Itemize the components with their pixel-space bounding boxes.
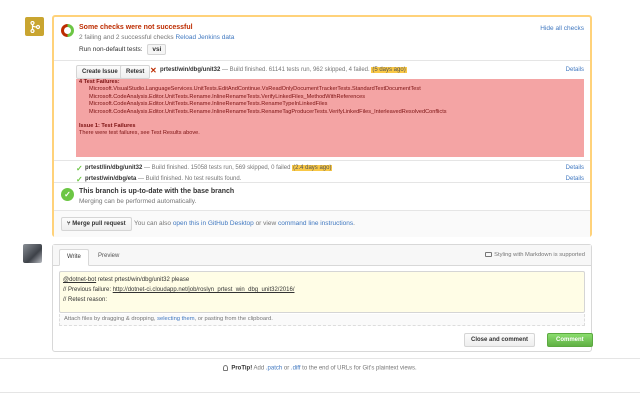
issue-desc: There were test failures, see Test Resul… (79, 130, 200, 137)
markdown-icon (485, 252, 493, 257)
merge-icon: ⑂ (67, 221, 71, 227)
attach-prefix: Attach files by dragging & dropping, (64, 316, 158, 322)
git-merge-icon (29, 20, 40, 33)
mention: @dotnet-bot (63, 277, 97, 283)
markdown-note[interactable]: Styling with Markdown is supported (485, 252, 585, 258)
comment-line-2: // Previous failure: http://dotnet-ci.cl… (63, 285, 581, 295)
issue-title: Issue 1: Test Failures (79, 123, 136, 130)
check-desc: — Build finished. 15058 tests run, 569 s… (144, 165, 291, 171)
branch-status-sub: Merging can be performed automatically. (79, 198, 197, 205)
protip-text: to the end of URLs for Git's plaintext v… (300, 365, 417, 372)
lightbulb-icon (223, 365, 229, 371)
check-row-win-unit32: Create Issue Retest ✕ prtest/win/dbg/uni… (54, 61, 590, 161)
run-tests-row: Run non-default tests: vsi (79, 44, 167, 55)
run-tests-label: Run non-default tests: (79, 46, 143, 53)
attach-files-bar[interactable]: Attach files by dragging & dropping, sel… (59, 314, 585, 326)
check-summary-line: prtest/win/dbg/eta — Build finished. No … (85, 176, 241, 182)
failure-item: Microsoft.VisualStudio.LanguageServices.… (89, 86, 421, 93)
protip: ProTip! Add .patch or .diff to the end o… (0, 365, 640, 372)
vsi-button[interactable]: vsi (147, 44, 167, 55)
comment-tabs: Write Preview Styling with Markdown is s… (53, 245, 591, 266)
test-failures-block: 4 Test Failures: Microsoft.VisualStudio.… (76, 79, 584, 157)
check-desc: — Build finished. 61141 tests run, 962 s… (222, 67, 370, 73)
check-age: (2.4 days ago) (292, 165, 333, 171)
branch-status: ✓ This branch is up-to-date with the bas… (54, 183, 590, 211)
check-summary-line: prtest/win/dbg/unit32 — Build finished. … (160, 67, 407, 73)
merge-note-prefix: You can also (134, 220, 171, 227)
check-name: prtest/win/dbg/unit32 (160, 67, 221, 73)
failure-item: Microsoft.CodeAnalysis.Editor.UnitTests.… (89, 101, 328, 108)
protip-text: Add (252, 365, 266, 372)
merge-button-label: Merge pull request (72, 221, 126, 227)
github-desktop-link[interactable]: open this in GitHub Desktop (173, 220, 254, 227)
x-icon: ✕ (150, 66, 157, 75)
select-files-link[interactable]: selecting them (157, 316, 194, 322)
comment-line-1: @dotnet-bot retest prtest/win/dbg/unit32… (63, 275, 581, 285)
protip-label: ProTip! (231, 365, 253, 372)
tab-write[interactable]: Write (59, 249, 89, 266)
footer-divider (0, 392, 640, 393)
branch-status-title: This branch is up-to-date with the base … (79, 188, 235, 195)
attach-suffix: , or pasting from the clipboard. (194, 316, 273, 322)
command-line-link[interactable]: command line instructions (278, 220, 353, 227)
merge-actions: ⑂ Merge pull request You can also open t… (54, 211, 590, 237)
failures-title: 4 Test Failures: (79, 79, 120, 85)
check-row-win-eta: ✓ prtest/win/dbg/eta — Build finished. N… (54, 172, 590, 184)
merge-note-end: . (353, 220, 355, 227)
failure-item: Microsoft.CodeAnalysis.Editor.UnitTests.… (89, 93, 366, 100)
checks-summary: 2 failing and 2 successful checks Reload… (79, 34, 234, 41)
create-issue-button[interactable]: Create Issue (76, 65, 124, 79)
check-row-lin-unit32: ✓ prtest/lin/dbg/unit32 — Build finished… (54, 161, 590, 173)
comment-line-1-text: retest prtest/win/dbg/unit32 please (96, 277, 190, 283)
comment-button[interactable]: Comment (547, 333, 593, 347)
close-and-comment-button[interactable]: Close and comment (464, 333, 536, 347)
checks-summary-text: 2 failing and 2 successful checks (79, 34, 174, 41)
comment-textarea[interactable]: @dotnet-bot retest prtest/win/dbg/unit32… (59, 271, 585, 313)
checks-title: Some checks were not successful (79, 24, 193, 31)
merge-note-mid: or view (255, 220, 277, 227)
details-link[interactable]: Details (566, 176, 584, 182)
failure-item: Microsoft.CodeAnalysis.Editor.UnitTests.… (89, 108, 447, 115)
check-name: prtest/lin/dbg/unit32 (85, 165, 143, 171)
check-name: prtest/win/dbg/eta (85, 176, 137, 182)
markdown-note-text: Styling with Markdown is supported (494, 252, 585, 259)
previous-failure-url: http://dotnet-ci.cloudapp.net/job/roslyn… (112, 287, 295, 293)
check-age: (5 days ago) (371, 67, 407, 73)
check-circle-icon: ✓ (61, 188, 74, 201)
merge-octicon-avatar (25, 17, 44, 36)
comment-form: Write Preview Styling with Markdown is s… (52, 244, 593, 352)
avatar[interactable] (23, 244, 42, 263)
merge-pull-request-button[interactable]: ⑂ Merge pull request (61, 217, 132, 231)
check-summary-line: prtest/lin/dbg/unit32 — Build finished. … (85, 165, 333, 171)
protip-text: or (282, 365, 291, 372)
reload-jenkins-link[interactable]: Reload Jenkins data (175, 34, 234, 41)
merge-note: You can also open this in GitHub Desktop… (134, 220, 355, 227)
comment-line-3: // Retest reason: (63, 297, 108, 303)
merge-status-box: Some checks were not successful 2 failin… (52, 15, 592, 237)
details-link[interactable]: Details (566, 165, 584, 171)
patch-link[interactable]: .patch (266, 366, 282, 372)
details-link[interactable]: Details (566, 67, 584, 73)
check-desc: — Build finished. No test results found. (138, 176, 242, 182)
retest-button[interactable]: Retest (120, 65, 151, 79)
hide-all-checks-link[interactable]: Hide all checks (540, 25, 584, 32)
tab-preview[interactable]: Preview (91, 249, 126, 266)
checks-header: Some checks were not successful 2 failin… (54, 17, 590, 61)
divider (0, 358, 640, 359)
comment-line-2-prefix: // Previous failure: (63, 287, 113, 293)
status-ring-icon (61, 24, 74, 37)
